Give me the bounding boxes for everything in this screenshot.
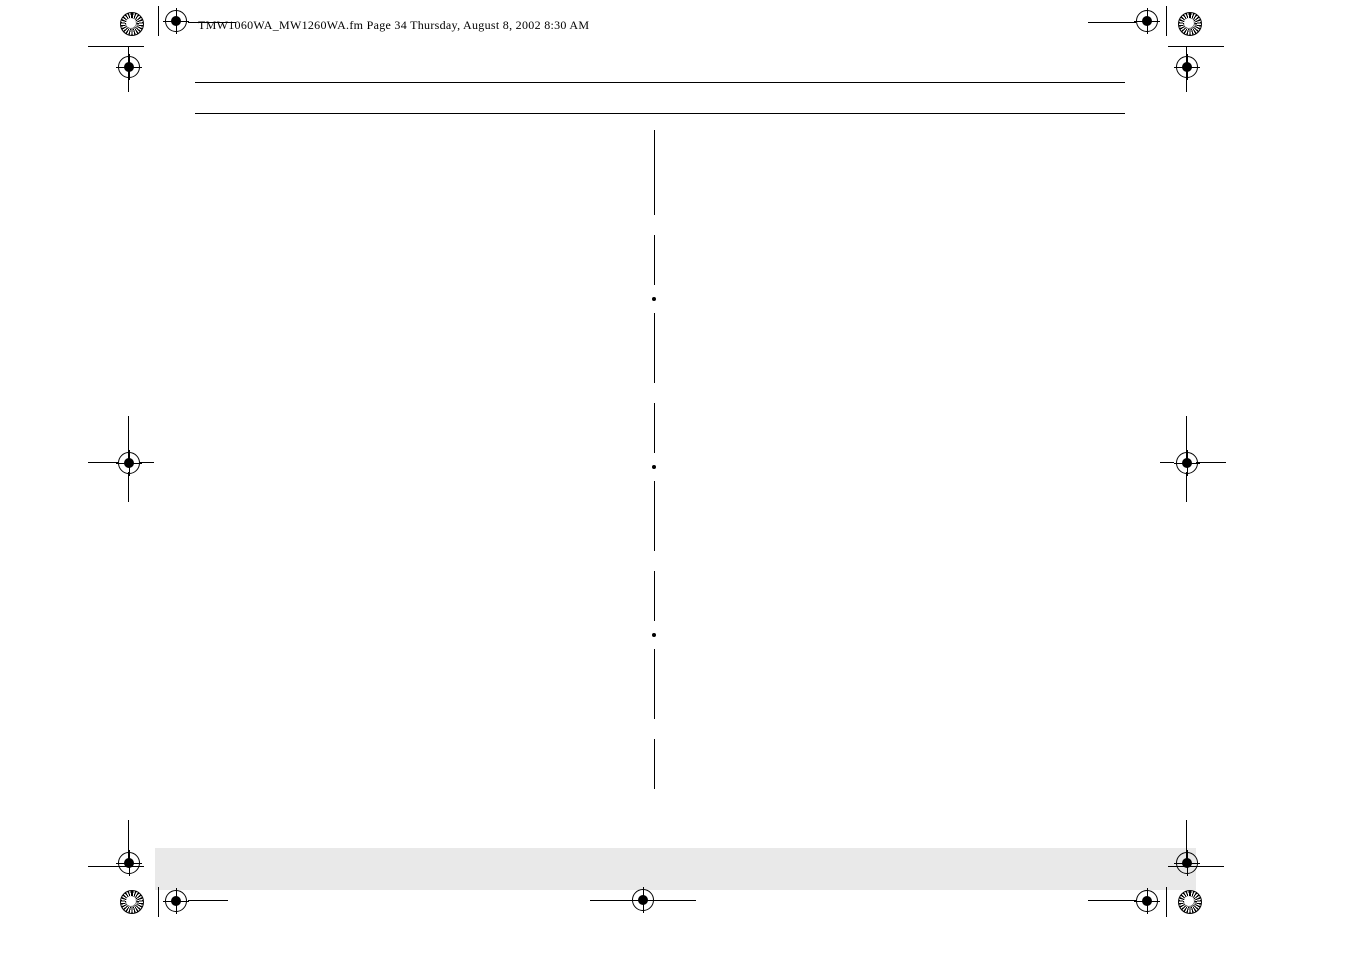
crosshair-icon bbox=[165, 10, 203, 48]
header-time: 8:30 AM bbox=[544, 18, 589, 32]
top-rule-2 bbox=[195, 113, 1125, 114]
vline-seg bbox=[654, 481, 655, 551]
cropmark-stem bbox=[88, 46, 144, 47]
cropmark-stem bbox=[1186, 472, 1187, 502]
crosshair-icon bbox=[1136, 890, 1174, 928]
cropmark-stem bbox=[1168, 866, 1224, 867]
vline-seg bbox=[654, 739, 655, 789]
cropmark-stem bbox=[1196, 462, 1226, 463]
center-vertical-pattern bbox=[640, 130, 670, 789]
header-date: August 8, 2002 bbox=[463, 18, 541, 32]
crosshair-icon bbox=[118, 56, 156, 94]
top-rule-1 bbox=[195, 82, 1125, 83]
header-filename: TMW1060WA_MW1260WA.fm bbox=[198, 18, 363, 32]
cropmark-sep bbox=[158, 887, 159, 917]
cropmark-sep bbox=[158, 6, 159, 36]
rosette-icon bbox=[1178, 12, 1202, 36]
vline-seg bbox=[654, 649, 655, 719]
vline-seg bbox=[654, 313, 655, 383]
vline-seg bbox=[654, 130, 655, 215]
bullet-dot bbox=[652, 465, 656, 469]
cropmark-stem bbox=[1160, 462, 1174, 463]
crosshair-icon bbox=[118, 852, 156, 890]
cropmark-stem bbox=[88, 866, 144, 867]
cropmark-stem bbox=[88, 462, 118, 463]
bullet-dot bbox=[652, 297, 656, 301]
cropmark-stem bbox=[188, 22, 236, 23]
header-page: Page 34 bbox=[367, 18, 407, 32]
cropmark-sep bbox=[1166, 6, 1167, 36]
crosshair-icon bbox=[632, 889, 670, 927]
crosshair-icon bbox=[1136, 10, 1174, 48]
cropmark-stem bbox=[1168, 46, 1224, 47]
crosshair-icon bbox=[1176, 452, 1214, 490]
crosshair-icon bbox=[1176, 852, 1214, 890]
cropmark-stem bbox=[656, 900, 696, 901]
crosshair-icon bbox=[165, 890, 203, 928]
bullet-dot bbox=[652, 633, 656, 637]
footer-band bbox=[155, 848, 1196, 890]
cropmark-stem bbox=[1088, 22, 1136, 23]
cropmark-stem bbox=[140, 462, 154, 463]
vline-seg bbox=[654, 235, 655, 285]
rosette-icon bbox=[1178, 890, 1202, 914]
header-filename-line: TMW1060WA_MW1260WA.fm Page 34 Thursday, … bbox=[198, 18, 589, 33]
cropmark-stem bbox=[128, 472, 129, 502]
cropmark-stem bbox=[188, 900, 228, 901]
cropmark-sep bbox=[1166, 887, 1167, 917]
cropmark-stem bbox=[590, 900, 630, 901]
rosette-icon bbox=[120, 890, 144, 914]
vline-seg bbox=[654, 571, 655, 621]
header-day: Thursday, bbox=[410, 18, 460, 32]
rosette-icon bbox=[120, 12, 144, 36]
vline-seg bbox=[654, 403, 655, 453]
crosshair-icon bbox=[118, 452, 156, 490]
content-frame bbox=[195, 82, 1125, 114]
crosshair-icon bbox=[1176, 56, 1214, 94]
cropmark-stem bbox=[1088, 900, 1136, 901]
